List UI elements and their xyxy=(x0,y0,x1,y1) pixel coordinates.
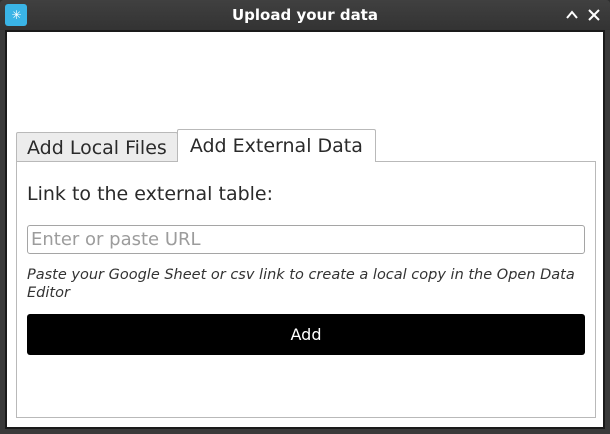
external-data-panel: Link to the external table: Paste your G… xyxy=(16,161,596,418)
add-button[interactable]: Add xyxy=(27,314,585,355)
help-text: Paste your Google Sheet or csv link to c… xyxy=(27,267,575,301)
tab-add-external-data[interactable]: Add External Data xyxy=(176,129,376,162)
link-label: Link to the external table: xyxy=(27,183,274,205)
tab-bar: Add Local Files Add External Data xyxy=(16,129,376,162)
upload-dialog: ✳ Upload your data Add Local Files Add E… xyxy=(0,0,610,434)
chevron-up-icon[interactable] xyxy=(563,6,581,24)
window-title: Upload your data xyxy=(232,6,378,24)
close-icon[interactable] xyxy=(585,6,603,24)
url-input[interactable] xyxy=(27,225,585,254)
dialog-content: Add Local Files Add External Data Link t… xyxy=(5,30,605,429)
title-bar[interactable]: ✳ Upload your data xyxy=(0,0,610,30)
tab-add-local-files[interactable]: Add Local Files xyxy=(16,132,178,162)
